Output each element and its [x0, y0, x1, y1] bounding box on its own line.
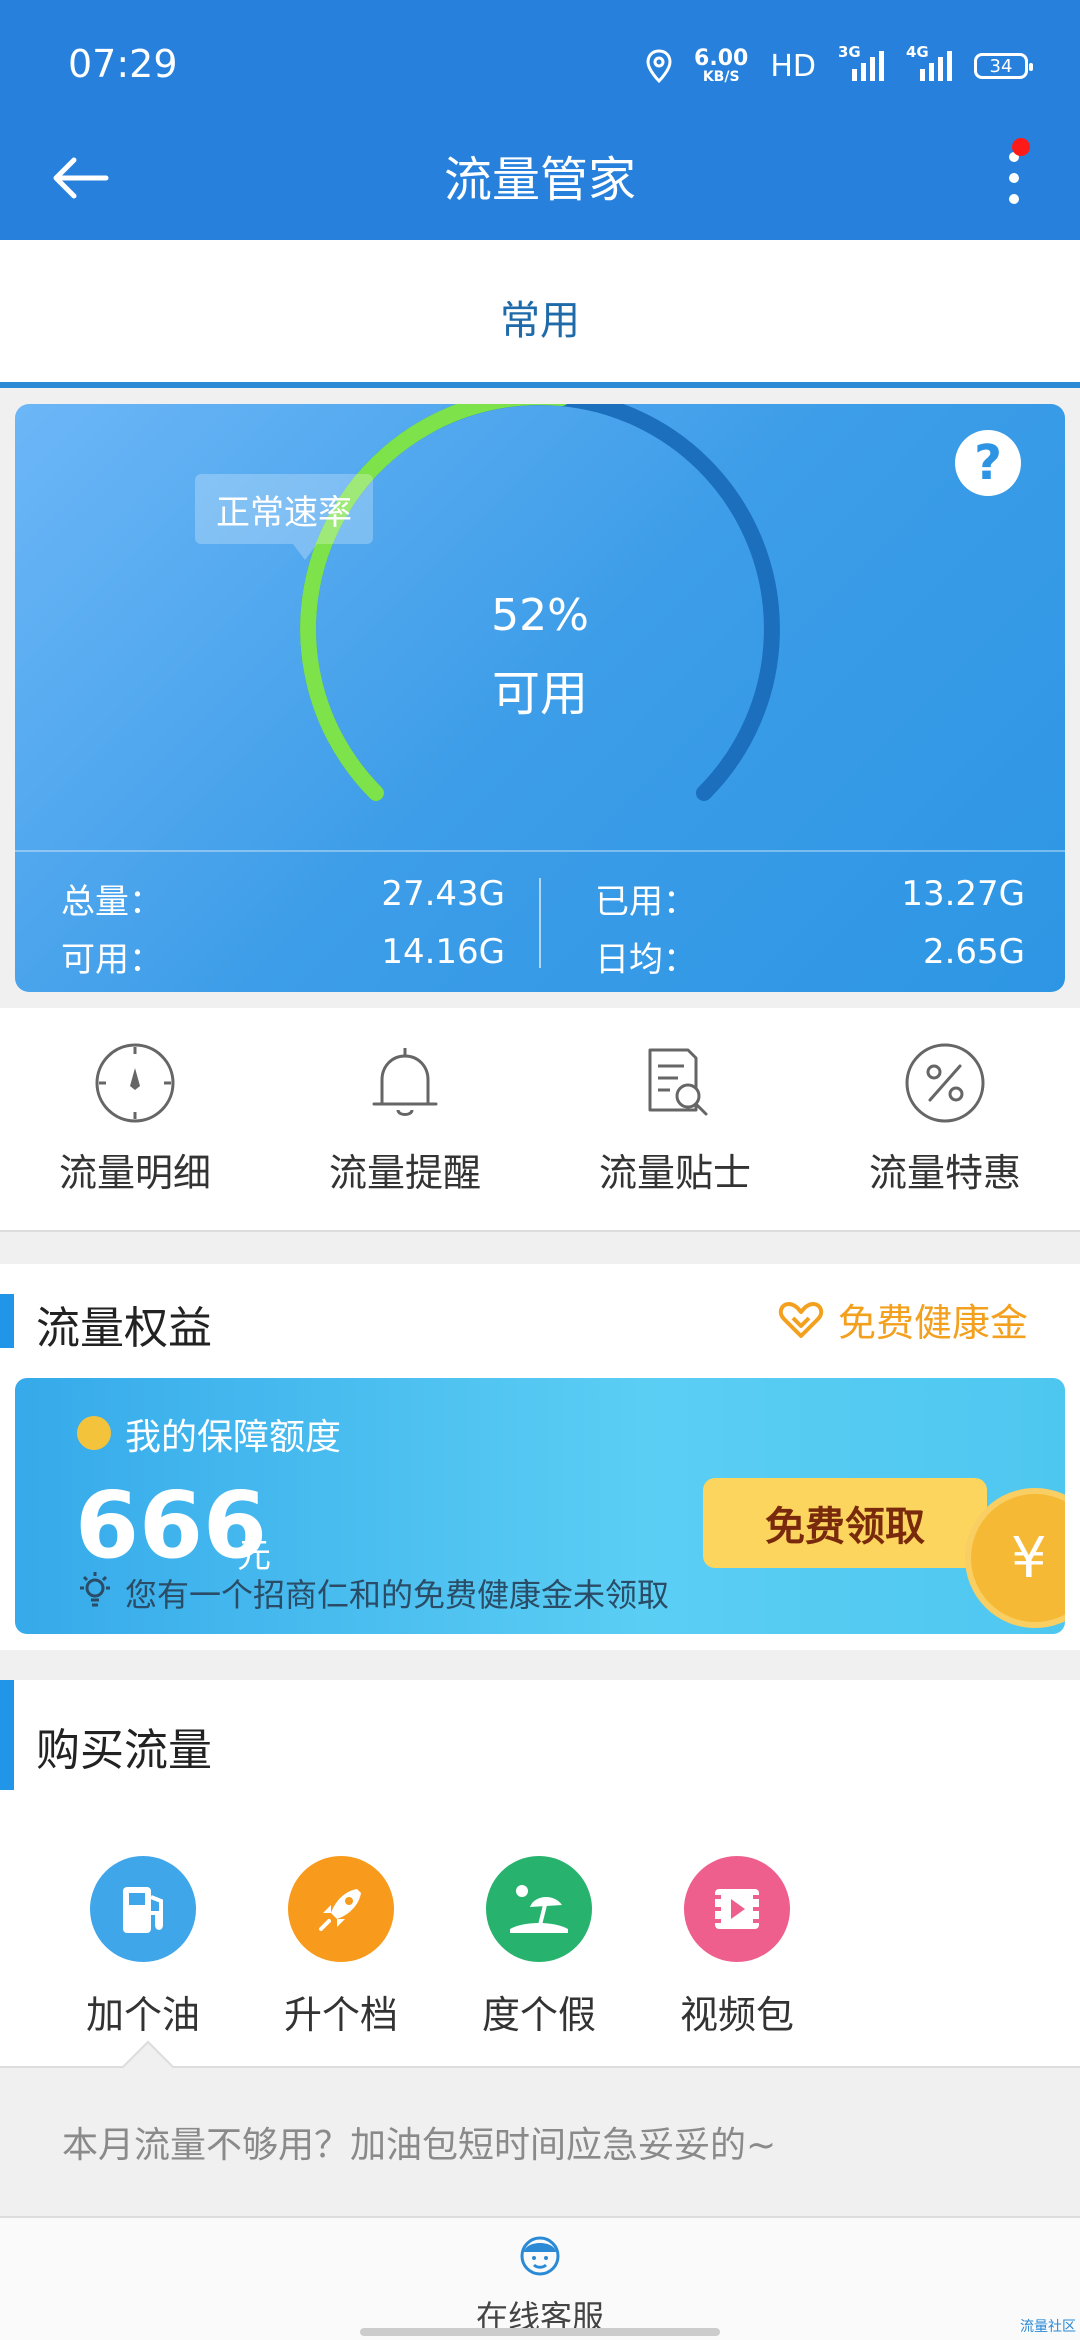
- bottom-bar: 在线客服 流量社区: [0, 2216, 1080, 2340]
- gauge-percent: 52%: [491, 590, 589, 641]
- quick-label: 流量特惠: [868, 1151, 1021, 1195]
- buy-tip-text: 本月流量不够用？加油包短时间应急妥妥的~: [62, 2125, 777, 2166]
- quick-label: 流量提醒: [328, 1151, 481, 1195]
- bell-icon: [372, 1048, 438, 1116]
- quick-item-usage-tips[interactable]: 流量贴士: [540, 1038, 810, 1197]
- status-icons: 6.00 KB/S HD 3G 4G 34: [646, 43, 1033, 86]
- buy-label: 加个油: [85, 1993, 200, 2037]
- promo-note: 您有一个招商仁和的免费健康金未领取: [125, 1576, 670, 1614]
- customer-service-icon: [520, 2236, 560, 2276]
- location-icon: [646, 49, 672, 83]
- data-usage-card: ? 正常速率 52% 可用 总量： 27.43G 可用： 14.16G 已用： …: [15, 404, 1065, 992]
- signal-4g-icon: 4G: [906, 43, 952, 81]
- coin-icon: [77, 1416, 111, 1450]
- quick-item-usage-alert[interactable]: 流量提醒: [270, 1038, 540, 1197]
- speed-tag: 正常速率: [195, 474, 373, 560]
- quick-menu: 流量明细 流量提醒 流量贴士 流量特惠: [0, 1008, 1080, 1232]
- customer-service-button[interactable]: 在线客服: [440, 2230, 640, 2338]
- claim-button[interactable]: 免费领取: [703, 1478, 987, 1568]
- quick-item-usage-offers[interactable]: 流量特惠: [810, 1038, 1080, 1197]
- notification-dot: [1012, 138, 1030, 156]
- promo-title: 我的保障额度: [125, 1417, 342, 1458]
- tab-indicator: [0, 382, 1080, 388]
- page-title: 流量管家: [443, 152, 636, 208]
- beach-umbrella-icon: [486, 1856, 592, 1962]
- tab-common[interactable]: 常用: [0, 288, 1080, 346]
- buy-label: 升个档: [283, 1993, 398, 2037]
- status-bar: 07:29 6.00 KB/S HD 3G 4G 34: [0, 0, 1080, 130]
- title-bar: 流量管家: [0, 130, 1080, 240]
- app-header: 07:29 6.00 KB/S HD 3G 4G 34 流量管家: [0, 0, 1080, 240]
- used-label: 已用：: [595, 882, 697, 922]
- available-value: 14.16G: [381, 932, 505, 972]
- quick-label: 流量贴士: [598, 1151, 751, 1195]
- daily-value: 2.65G: [922, 932, 1025, 972]
- watermark: 流量社区: [1020, 2319, 1076, 2335]
- rights-section: 流量权益 免费健康金 我的保障额度 666 元 您有一个招商仁和的免费健康金未领…: [0, 1264, 1080, 1650]
- tab-bar: 常用: [0, 240, 1080, 388]
- stats-divider: [539, 878, 541, 968]
- section-accent-bar: [0, 1294, 14, 1348]
- more-vertical-icon: [1009, 152, 1019, 204]
- insurance-promo-card: 我的保障额度 666 元 您有一个招商仁和的免费健康金未领取 免费领取 ¥: [15, 1378, 1065, 1634]
- used-value: 13.27G: [901, 874, 1025, 914]
- daily-label: 日均：: [595, 940, 697, 980]
- quick-label: 流量明细: [58, 1151, 211, 1195]
- network-speed: 6.00 KB/S: [694, 46, 749, 85]
- buy-label: 视频包: [679, 1993, 794, 2037]
- more-menu-button[interactable]: [984, 138, 1044, 218]
- buy-item-vacation[interactable]: 度个假: [439, 1856, 639, 2039]
- free-health-fund-link[interactable]: 免费健康金: [778, 1292, 1028, 1347]
- lightbulb-icon: [80, 1572, 110, 1607]
- buy-item-refuel[interactable]: 加个油: [43, 1856, 243, 2039]
- free-link-label: 免费健康金: [837, 1301, 1028, 1345]
- total-value: 27.43G: [381, 874, 505, 914]
- buy-item-upgrade[interactable]: 升个档: [241, 1856, 441, 2039]
- home-indicator[interactable]: [360, 2328, 720, 2336]
- buy-item-video-pack[interactable]: 视频包: [637, 1856, 837, 2039]
- status-time: 07:29: [68, 42, 178, 86]
- signal-3g-icon: 3G: [838, 43, 884, 81]
- buy-title: 购买流量: [36, 1725, 212, 1776]
- buy-label: 度个假: [481, 1993, 596, 2037]
- buy-data-section: 购买流量 加个油 升个档 度个假 视频包: [0, 1680, 1080, 2066]
- buy-tip-panel: 本月流量不够用？加油包短时间应急妥妥的~: [0, 2040, 1080, 2216]
- rights-title: 流量权益: [36, 1303, 212, 1354]
- heart-icon: [778, 1301, 824, 1338]
- dial-icon: [95, 1043, 175, 1123]
- stats-separator: [15, 850, 1065, 852]
- quick-item-usage-detail[interactable]: 流量明细: [0, 1038, 270, 1197]
- film-icon: [684, 1856, 790, 1962]
- hd-indicator: HD: [770, 48, 816, 84]
- available-label: 可用：: [61, 940, 163, 980]
- section-accent-bar: [0, 1680, 14, 1790]
- rocket-icon: [288, 1856, 394, 1962]
- battery-icon: 34: [974, 53, 1033, 79]
- document-search-icon: [648, 1048, 708, 1116]
- fuel-pump-icon: [90, 1856, 196, 1962]
- percent-icon: [905, 1043, 985, 1123]
- total-label: 总量：: [61, 882, 163, 922]
- gauge-available-label: 可用: [491, 666, 588, 722]
